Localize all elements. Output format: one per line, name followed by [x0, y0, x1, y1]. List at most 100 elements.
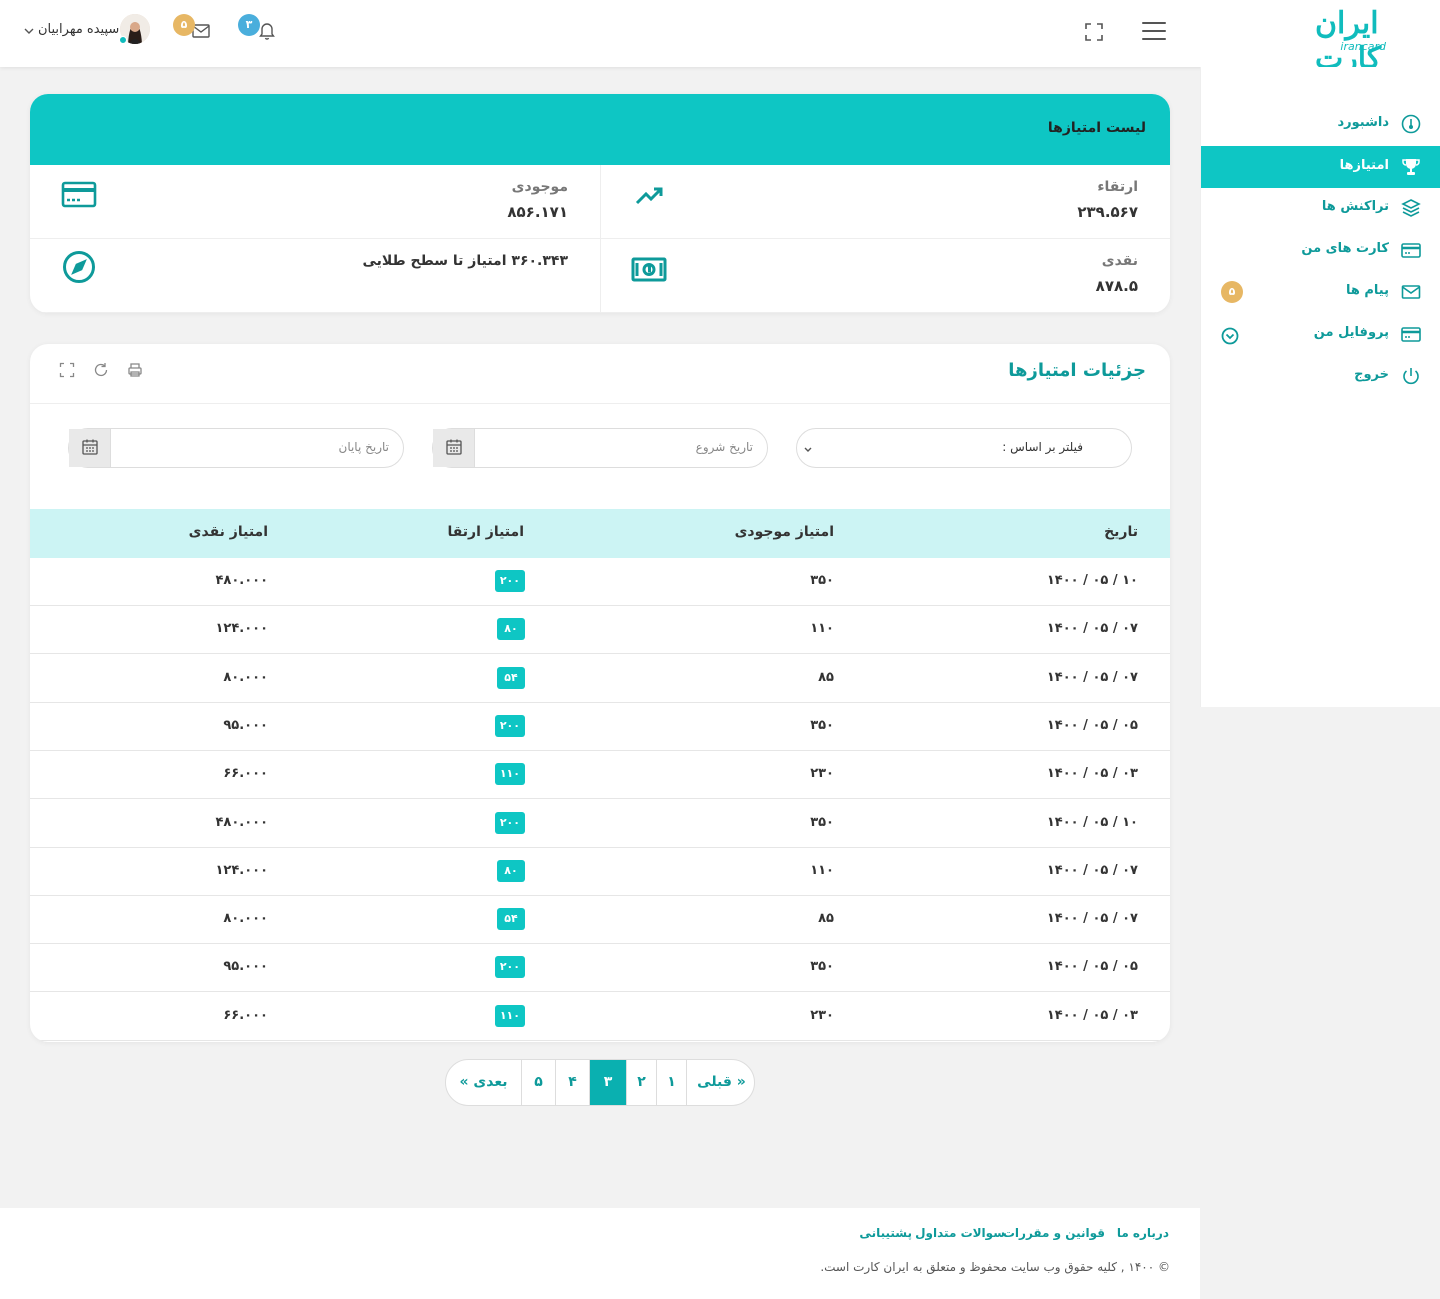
- sidebar-item-dashboard[interactable]: داشبورد: [1201, 103, 1440, 145]
- calendar-icon: [82, 439, 98, 455]
- pagination: بعدی » ۵ ۴ ۳ ۲ ۱ « قبلی: [445, 1059, 755, 1106]
- expand-icon[interactable]: [59, 362, 75, 378]
- table-row: ۰۵ / ۰۵ / ۱۴۰۰ ۳۵۰ ۲۰۰ ۹۵.۰۰۰: [30, 944, 1170, 993]
- sidebar-item-logout[interactable]: خروج: [1201, 355, 1440, 397]
- stat-label: موجودی: [511, 179, 568, 195]
- sidebar-item-profile[interactable]: پروفایل من: [1201, 313, 1440, 355]
- points-details-card: جزئیات امتیازها فیلتر بر اساس : تاریخ شر…: [30, 344, 1170, 1042]
- table-row: ۰۳ / ۰۵ / ۱۴۰۰ ۲۳۰ ۱۱۰ ۶۶.۰۰۰: [30, 751, 1170, 800]
- cell-upgrade-badge: ۱۱۰: [494, 1004, 525, 1027]
- page-1-button[interactable]: ۱: [656, 1060, 686, 1105]
- stat-label: ارتقاء: [1097, 179, 1138, 195]
- chevron-down-icon: [804, 447, 812, 452]
- menu-toggle-icon[interactable]: [1142, 22, 1166, 42]
- cell-balance: ۲۳۰: [810, 1007, 834, 1023]
- start-date-placeholder: تاریخ شروع: [695, 440, 753, 454]
- page-5-button[interactable]: ۵: [521, 1060, 555, 1105]
- cell-date: ۰۷ / ۰۵ / ۱۴۰۰: [1046, 621, 1138, 637]
- prev-page-button[interactable]: « قبلی: [686, 1060, 754, 1105]
- end-date-field[interactable]: تاریخ پایان: [68, 428, 404, 468]
- refresh-icon[interactable]: [93, 362, 109, 378]
- cell-date: ۱۰ / ۰۵ / ۱۴۰۰: [1046, 814, 1138, 830]
- cell-cash: ۴۸۰.۰۰۰: [215, 573, 268, 588]
- cell-balance: ۳۵۰: [810, 573, 834, 588]
- table-row: ۰۷ / ۰۵ / ۱۴۰۰ ۸۵ ۵۴ ۸۰.۰۰۰: [30, 896, 1170, 945]
- cell-balance: ۲۳۰: [810, 766, 834, 782]
- stat-value: ۲۳۹.۵۶۷: [1077, 203, 1138, 221]
- table-row: ۰۷ / ۰۵ / ۱۴۰۰ ۸۵ ۵۴ ۸۰.۰۰۰: [30, 655, 1170, 703]
- page-4-button[interactable]: ۴: [555, 1060, 589, 1105]
- footer-link-support[interactable]: پشتیبانی: [859, 1226, 912, 1240]
- start-date-field[interactable]: تاریخ شروع: [432, 428, 768, 468]
- messages-count-badge: ۵: [1221, 281, 1243, 303]
- details-title: جزئیات امتیازها: [1008, 360, 1146, 381]
- copyright-text: © ۱۴۰۰ , کلیه حقوق وب سایت محفوظ و متعلق…: [820, 1260, 1170, 1274]
- card-title: لیست امتیازها: [1047, 120, 1146, 136]
- cell-cash: ۱۲۴.۰۰۰: [215, 862, 268, 878]
- cell-upgrade-badge: ۲۰۰: [494, 956, 525, 979]
- card-icon: [1401, 327, 1421, 342]
- cell-date: ۰۷ / ۰۵ / ۱۴۰۰: [1046, 862, 1138, 878]
- balance-points-stat: موجودی ۸۵۶.۱۷۱: [30, 165, 600, 239]
- table-row: ۰۷ / ۰۵ / ۱۴۰۰ ۱۱۰ ۸۰ ۱۲۴.۰۰۰: [30, 606, 1170, 655]
- cell-upgrade-badge: ۸۰: [497, 859, 525, 882]
- bell-icon[interactable]: [257, 20, 277, 40]
- page-3-button[interactable]: ۳: [589, 1060, 626, 1105]
- cell-date: ۰۵ / ۰۵ / ۱۴۰۰: [1046, 959, 1138, 975]
- cell-date: ۰۷ / ۰۵ / ۱۴۰۰: [1046, 911, 1138, 927]
- cell-balance: ۳۵۰: [810, 717, 834, 733]
- notification-count-badge: ۳: [238, 14, 260, 36]
- start-date-calendar-button[interactable]: [433, 429, 475, 467]
- cell-cash: ۱۲۴.۰۰۰: [215, 621, 268, 637]
- sidebar-item-label: تراکنش ها: [1321, 199, 1389, 214]
- cell-upgrade-badge: ۲۰۰: [494, 811, 525, 834]
- power-icon: [1403, 368, 1419, 385]
- irancard-logo[interactable]: ایران کارت irancard: [1315, 6, 1410, 76]
- footer-link-faq[interactable]: سوالات متداول: [915, 1226, 1005, 1240]
- cell-balance: ۸۵: [818, 911, 834, 927]
- next-page-button[interactable]: بعدی »: [446, 1060, 521, 1105]
- sidebar-item-points[interactable]: امتیازها: [1201, 146, 1440, 188]
- cell-cash: ۶۶.۰۰۰: [223, 1007, 268, 1023]
- cell-cash: ۸۰.۰۰۰: [223, 911, 268, 927]
- stat-label: نقدی: [1101, 253, 1138, 269]
- divider: [30, 403, 1170, 404]
- fullscreen-icon[interactable]: [1084, 22, 1104, 42]
- sidebar-item-transactions[interactable]: تراکنش ها: [1201, 187, 1440, 229]
- footer-link-about[interactable]: درباره ما: [1117, 1226, 1169, 1240]
- sidebar: داشبورد امتیازها تراکنش ها کارت های من پ…: [1200, 67, 1440, 707]
- cell-date: ۰۳ / ۰۵ / ۱۴۰۰: [1046, 766, 1138, 782]
- print-icon[interactable]: [127, 362, 143, 378]
- page-2-button[interactable]: ۲: [626, 1060, 656, 1105]
- end-date-placeholder: تاریخ پایان: [338, 440, 390, 454]
- cash-points-stat: نقدی ۸۷۸.۵: [600, 239, 1170, 313]
- cell-upgrade-badge: ۱۱۰: [494, 763, 525, 786]
- table-row: ۰۵ / ۰۵ / ۱۴۰۰ ۳۵۰ ۲۰۰ ۹۵.۰۰۰: [30, 703, 1170, 751]
- points-summary-card: لیست امتیازها ارتقاء ۲۳۹.۵۶۷ موجودی ۸۵۶.…: [30, 94, 1170, 313]
- column-header-balance: امتیاز موجودی: [734, 524, 834, 540]
- table-row: ۰۷ / ۰۵ / ۱۴۰۰ ۱۱۰ ۸۰ ۱۲۴.۰۰۰: [30, 848, 1170, 896]
- cell-balance: ۱۱۰: [810, 862, 834, 878]
- sidebar-item-label: خروج: [1354, 367, 1389, 382]
- cell-date: ۰۵ / ۰۵ / ۱۴۰۰: [1046, 717, 1138, 733]
- stat-value: ۸۷۸.۵: [1095, 277, 1138, 295]
- sidebar-item-label: داشبورد: [1337, 115, 1389, 130]
- footer-link-terms[interactable]: قوانین و مقررات: [1003, 1226, 1105, 1240]
- end-date-calendar-button[interactable]: [69, 429, 111, 467]
- cash-icon: [631, 257, 667, 282]
- table-row: ۰۳ / ۰۵ / ۱۴۰۰ ۲۳۰ ۱۱۰ ۶۶.۰۰۰: [30, 993, 1170, 1041]
- column-header-upgrade: امتیاز ارتقا: [447, 524, 524, 540]
- filter-select[interactable]: فیلتر بر اساس :: [796, 428, 1132, 468]
- column-header-date: تاریخ: [1104, 524, 1138, 540]
- sidebar-item-messages[interactable]: پیام ها ۵: [1201, 271, 1440, 313]
- cell-upgrade-badge: ۸۰: [497, 618, 525, 641]
- cell-date: ۰۷ / ۰۵ / ۱۴۰۰: [1046, 669, 1138, 685]
- sidebar-item-my-cards[interactable]: کارت های من: [1201, 229, 1440, 271]
- mail-icon: [1401, 285, 1421, 299]
- cell-upgrade-badge: ۲۰۰: [494, 714, 525, 737]
- chevron-down-circle-icon[interactable]: [1221, 327, 1239, 345]
- cell-cash: ۹۵.۰۰۰: [223, 959, 268, 975]
- upgrade-points-stat: ارتقاء ۲۳۹.۵۶۷: [600, 165, 1170, 239]
- card-header: لیست امتیازها: [30, 94, 1170, 165]
- cell-upgrade-badge: ۵۴: [497, 666, 525, 689]
